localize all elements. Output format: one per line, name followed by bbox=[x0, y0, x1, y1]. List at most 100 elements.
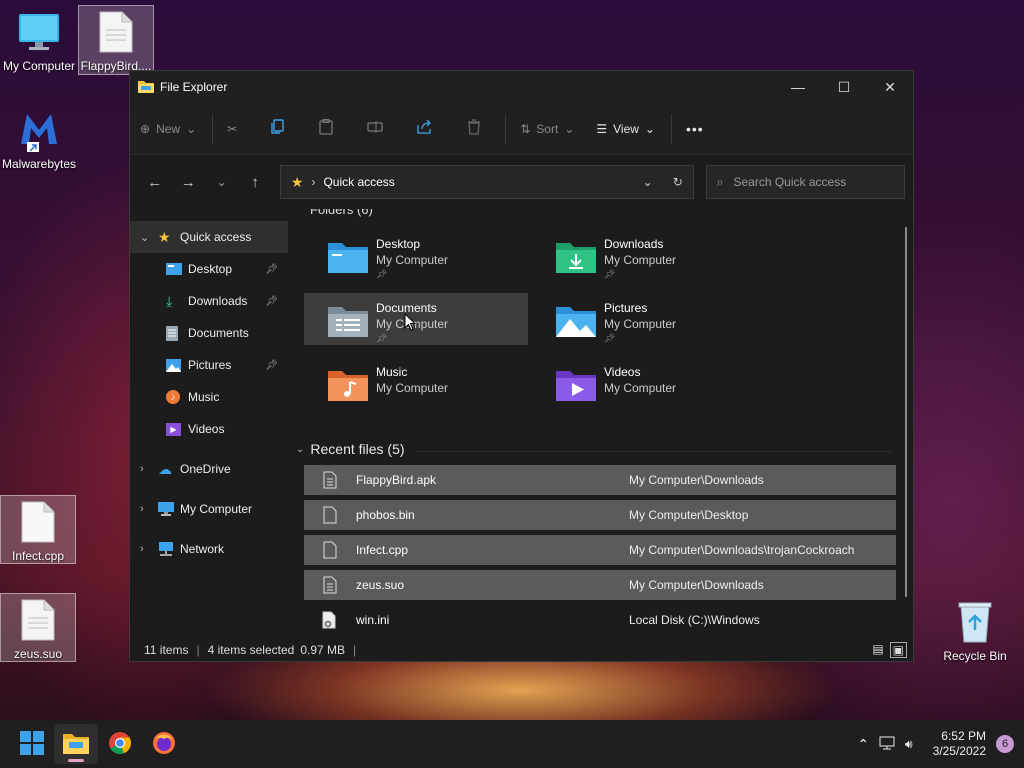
sort-button[interactable]: ⇅ Sort ⌄ bbox=[520, 122, 574, 136]
command-bar: ⊕ New ⌄ ✂ ⇅ Sort ⌄ ☰ View ⌄ ••• bbox=[130, 103, 913, 155]
file-path: My Computer\Downloads\trojanCockroach bbox=[629, 543, 855, 557]
close-button[interactable]: ✕ bbox=[867, 71, 913, 103]
file-icon bbox=[79, 10, 153, 57]
chevron-right-icon[interactable]: › bbox=[140, 543, 158, 555]
recent-files-header[interactable]: ⌄ Recent files (5) bbox=[296, 441, 405, 457]
desktop-icon-malwarebytes[interactable]: Malwarebytes bbox=[1, 102, 77, 171]
sidebar-item-downloads[interactable]: ⤓ Downloads 📌︎ bbox=[130, 285, 288, 317]
recent-file-row[interactable]: win.ini Local Disk (C:)\Windows bbox=[304, 605, 896, 635]
recent-locations-button[interactable]: ⌄ bbox=[205, 175, 238, 189]
minimize-button[interactable]: — bbox=[775, 71, 821, 103]
download-icon: ⤓ bbox=[166, 292, 173, 309]
taskbar-firefox[interactable] bbox=[142, 724, 186, 764]
sidebar-item-music[interactable]: ♪ Music bbox=[130, 381, 288, 413]
folder-tile-pictures[interactable]: Pictures My Computer 📌︎ bbox=[532, 293, 756, 345]
volume-icon[interactable]: 🔊︎ bbox=[905, 737, 913, 752]
active-indicator bbox=[68, 759, 84, 762]
recent-file-row[interactable]: zeus.suo My Computer\Downloads bbox=[304, 570, 896, 600]
title-bar[interactable]: File Explorer — ☐ ✕ bbox=[130, 71, 913, 103]
folder-name: Pictures bbox=[604, 301, 648, 315]
copy-button[interactable] bbox=[271, 119, 285, 138]
search-input[interactable]: ⌕ Search Quick access bbox=[705, 165, 905, 199]
sidebar-item-network[interactable]: › Network bbox=[130, 533, 288, 565]
notification-badge[interactable]: 6 bbox=[996, 735, 1014, 753]
file-name: phobos.bin bbox=[356, 508, 415, 522]
chevron-up-icon[interactable]: ⌃ bbox=[857, 736, 869, 753]
vertical-scrollbar[interactable] bbox=[905, 227, 907, 597]
recent-file-row[interactable]: FlappyBird.apk My Computer\Downloads bbox=[304, 465, 896, 495]
sidebar-item-documents[interactable]: Documents bbox=[130, 317, 288, 349]
details-view-icon[interactable]: ▤ bbox=[872, 642, 883, 658]
divider: | bbox=[196, 643, 200, 657]
refresh-icon[interactable]: ↻ bbox=[673, 175, 683, 189]
file-icon bbox=[304, 471, 356, 489]
rename-button[interactable] bbox=[367, 120, 383, 137]
start-button[interactable] bbox=[10, 724, 54, 764]
cut-button[interactable]: ✂ bbox=[227, 122, 237, 136]
desktop-icon-flappybird[interactable]: FlappyBird.... bbox=[78, 5, 154, 75]
recent-file-row[interactable]: Infect.cpp My Computer\Downloads\trojanC… bbox=[304, 535, 896, 565]
folder-tile-desktop[interactable]: Desktop My Computer 📌︎ bbox=[304, 229, 528, 281]
chevron-down-icon[interactable]: ⌄ bbox=[643, 175, 653, 189]
forward-button[interactable]: → bbox=[171, 174, 204, 191]
network-icon[interactable] bbox=[879, 736, 895, 753]
tiles-view-icon[interactable]: ▣ bbox=[889, 642, 907, 658]
recent-files-title: Recent files (5) bbox=[310, 441, 405, 457]
folder-tile-music[interactable]: Music My Computer bbox=[304, 357, 528, 409]
folder-location: My Computer bbox=[376, 253, 449, 267]
clock[interactable]: 6:52 PM 3/25/2022 bbox=[933, 729, 986, 759]
item-count: 11 items bbox=[144, 643, 189, 657]
sort-label: Sort bbox=[536, 121, 559, 136]
sidebar-item-my-computer[interactable]: › My Computer bbox=[130, 493, 288, 525]
divider bbox=[505, 113, 507, 144]
settings-file-icon bbox=[304, 611, 356, 629]
sidebar-item-label: Network bbox=[180, 542, 225, 556]
folder-icon bbox=[138, 79, 154, 96]
recent-file-row[interactable]: phobos.bin My Computer\Desktop bbox=[304, 500, 896, 530]
chevron-right-icon: › bbox=[311, 175, 316, 189]
back-button[interactable]: ← bbox=[138, 174, 171, 191]
paste-button[interactable] bbox=[319, 119, 333, 138]
sidebar-item-pictures[interactable]: Pictures 📌︎ bbox=[130, 349, 288, 381]
maximize-button[interactable]: ☐ bbox=[821, 71, 867, 103]
view-list-icon: ☰ bbox=[596, 121, 608, 136]
folder-tile-downloads[interactable]: Downloads My Computer 📌︎ bbox=[532, 229, 756, 281]
desktop-icon-zeus-suo[interactable]: zeus.suo bbox=[0, 593, 76, 662]
address-bar[interactable]: ★ › Quick access ⌄ ↻ bbox=[279, 165, 694, 199]
sidebar-item-desktop[interactable]: Desktop 📌︎ bbox=[130, 253, 288, 285]
sidebar-item-videos[interactable]: ▶ Videos bbox=[130, 413, 288, 445]
taskbar-file-explorer[interactable] bbox=[54, 724, 98, 764]
sidebar-item-label: Videos bbox=[188, 422, 225, 436]
folders-section-header[interactable]: Folders (6) bbox=[310, 209, 373, 217]
file-path: Local Disk (C:)\Windows bbox=[629, 613, 760, 627]
divider bbox=[670, 113, 672, 144]
desktop-icon-my-computer[interactable]: My Computer bbox=[1, 6, 77, 73]
share-button[interactable] bbox=[417, 119, 433, 137]
folder-tile-documents[interactable]: Documents My Computer 📌︎ bbox=[304, 293, 528, 345]
chevron-right-icon[interactable]: › bbox=[140, 463, 158, 475]
folder-location: My Computer bbox=[376, 381, 449, 395]
more-options-button[interactable]: ••• bbox=[686, 121, 704, 137]
chevron-right-icon[interactable]: › bbox=[140, 503, 158, 515]
folder-tile-videos[interactable]: Videos My Computer bbox=[532, 357, 756, 409]
star-icon: ★ bbox=[158, 228, 171, 245]
taskbar-chrome[interactable] bbox=[98, 724, 142, 764]
desktop-icon-recycle-bin[interactable]: Recycle Bin bbox=[937, 596, 1013, 663]
sidebar-item-quick-access[interactable]: ⌄ ★ Quick access bbox=[130, 221, 288, 253]
new-label: New bbox=[156, 121, 181, 136]
more-icon: ••• bbox=[685, 120, 704, 137]
navigation-row: ← → ⌄ ↑ ★ › Quick access ⌄ ↻ ⌕ Search Qu… bbox=[130, 155, 913, 209]
delete-button[interactable] bbox=[467, 119, 481, 138]
chevron-down-icon[interactable]: ⌄ bbox=[140, 231, 158, 244]
new-button[interactable]: ⊕ New ⌄ bbox=[140, 122, 196, 136]
up-button[interactable]: ↑ bbox=[238, 174, 271, 191]
file-path: My Computer\Downloads bbox=[629, 473, 764, 487]
navigation-pane: ⌄ ★ Quick access Desktop 📌︎ ⤓ Downloads … bbox=[130, 209, 288, 639]
view-label: View bbox=[613, 121, 639, 136]
sidebar-item-onedrive[interactable]: › ☁ OneDrive bbox=[130, 453, 288, 485]
view-button[interactable]: ☰ View ⌄ bbox=[596, 122, 655, 136]
copy-icon bbox=[271, 119, 285, 138]
file-icon bbox=[1, 500, 75, 547]
address-location: Quick access bbox=[323, 175, 395, 189]
desktop-icon-infect-cpp[interactable]: Infect.cpp bbox=[0, 495, 76, 564]
